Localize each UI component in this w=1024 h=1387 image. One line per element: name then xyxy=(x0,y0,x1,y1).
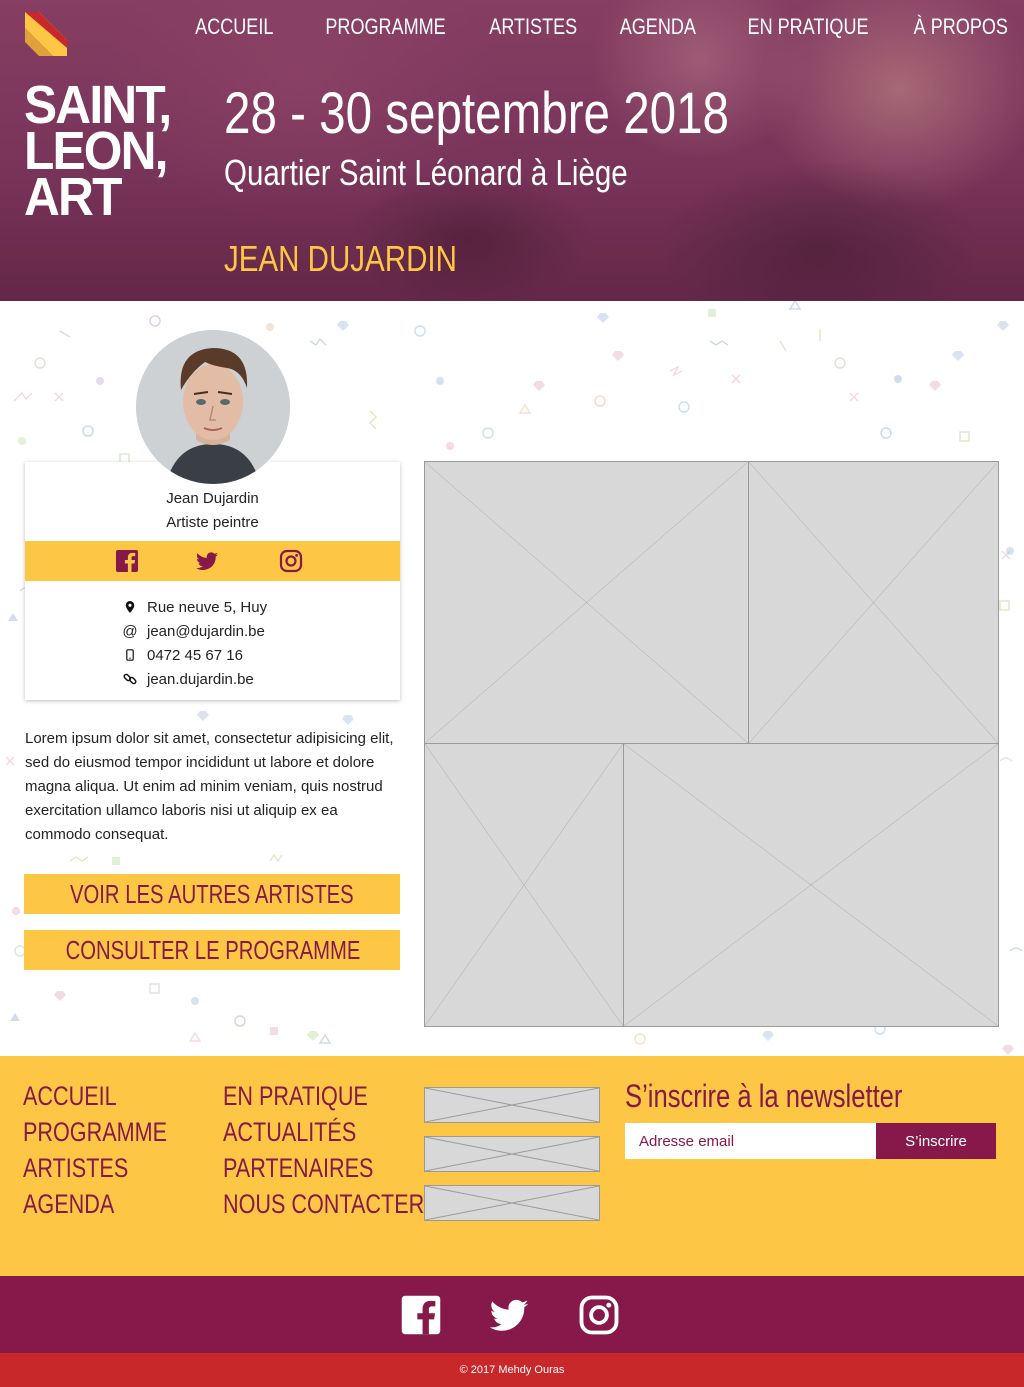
event-dates: 28 - 30 septembre 2018 xyxy=(224,81,730,146)
at-icon: @ xyxy=(122,622,138,640)
artist-main: Jean Dujardin Artiste peintre Rue neuve … xyxy=(0,301,1024,1056)
other-artists-button[interactable]: VOIR LES AUTRES ARTISTES xyxy=(24,874,400,914)
instagram-icon[interactable] xyxy=(279,549,303,573)
gallery-image[interactable] xyxy=(748,461,999,744)
hero-banner: SAINT, LEON, ART ACCUEIL PROGRAMME ARTIS… xyxy=(0,0,1024,301)
artist-avatar xyxy=(136,330,290,484)
twitter-icon[interactable] xyxy=(488,1294,530,1336)
social-links xyxy=(25,541,400,581)
event-location: Quartier Saint Léonard à Liège xyxy=(224,152,628,193)
contact-email: @ jean@dujardin.be xyxy=(122,619,267,643)
artist-role: Artiste peintre xyxy=(166,514,259,531)
mobile-icon xyxy=(123,648,137,662)
twitter-icon[interactable] xyxy=(195,549,219,573)
page-title: JEAN DUJARDIN xyxy=(224,238,457,279)
website-link[interactable]: jean.dujardin.be xyxy=(147,671,254,688)
nav-accueil[interactable]: ACCUEIL xyxy=(196,14,274,40)
footer-link-partenaires[interactable]: PARTENAIRES xyxy=(223,1150,424,1186)
nav-en-pratique[interactable]: EN PRATIQUE xyxy=(747,14,868,40)
newsletter-subscribe-button[interactable]: S’inscrire xyxy=(876,1123,996,1159)
link-icon xyxy=(123,672,137,686)
program-label: CONSULTER LE PROGRAMME xyxy=(65,935,361,965)
other-artists-label: VOIR LES AUTRES ARTISTES xyxy=(70,879,354,909)
nav-programme[interactable]: PROGRAMME xyxy=(325,14,445,40)
brand-line: ART xyxy=(24,167,122,227)
contact-phone: 0472 45 67 16 xyxy=(123,643,267,667)
footer-link-contact[interactable]: NOUS CONTACTER xyxy=(223,1186,424,1222)
artist-card: Jean Dujardin Artiste peintre Rue neuve … xyxy=(25,462,400,700)
footer-nav-primary: ACCUEIL PROGRAMME ARTISTES AGENDA xyxy=(23,1078,203,1222)
footer-link-agenda[interactable]: AGENDA xyxy=(23,1186,167,1222)
phone-text: 0472 45 67 16 xyxy=(147,646,243,664)
footer-link-accueil[interactable]: ACCUEIL xyxy=(23,1078,167,1114)
site-footer: ACCUEIL PROGRAMME ARTISTES AGENDA EN PRA… xyxy=(0,1056,1024,1276)
partner-logo[interactable] xyxy=(424,1087,600,1123)
artist-bio: Lorem ipsum dolor sit amet, consectetur … xyxy=(25,730,394,843)
program-button[interactable]: CONSULTER LE PROGRAMME xyxy=(24,930,400,970)
gallery-image[interactable] xyxy=(424,461,749,744)
footer-link-actualites[interactable]: ACTUALITÉS xyxy=(223,1114,424,1150)
footer-link-programme[interactable]: PROGRAMME xyxy=(23,1114,167,1150)
logo-mark-icon[interactable] xyxy=(25,12,67,56)
map-pin-icon xyxy=(123,600,137,614)
email-link[interactable]: jean@dujardin.be xyxy=(147,623,265,640)
main-nav: ACCUEIL PROGRAMME ARTISTES AGENDA EN PRA… xyxy=(153,14,1008,40)
social-bar xyxy=(0,1276,1024,1353)
brand-logo[interactable]: SAINT, LEON, ART xyxy=(24,78,204,228)
contact-website: jean.dujardin.be xyxy=(123,667,267,691)
facebook-icon[interactable] xyxy=(115,549,139,573)
footer-link-en-pratique[interactable]: EN PRATIQUE xyxy=(223,1078,424,1114)
instagram-icon[interactable] xyxy=(578,1294,620,1336)
gallery-image[interactable] xyxy=(623,743,999,1027)
nav-a-propos[interactable]: À PROPOS xyxy=(914,14,1008,40)
gallery-image[interactable] xyxy=(424,743,624,1027)
partner-logo[interactable] xyxy=(424,1185,600,1221)
facebook-icon[interactable] xyxy=(400,1294,442,1336)
newsletter-title: S’inscrire à la newsletter xyxy=(625,1078,903,1114)
partner-logo[interactable] xyxy=(424,1136,600,1172)
address-text: Rue neuve 5, Huy xyxy=(147,598,268,616)
nav-agenda[interactable]: AGENDA xyxy=(619,14,695,40)
contact-address: Rue neuve 5, Huy xyxy=(123,595,267,619)
nav-artistes[interactable]: ARTISTES xyxy=(490,14,578,40)
newsletter-email-input[interactable] xyxy=(625,1123,876,1159)
artist-name: Jean Dujardin xyxy=(166,490,259,507)
copyright: © 2017 Mehdy Ouras xyxy=(0,1353,1024,1387)
footer-link-artistes[interactable]: ARTISTES xyxy=(23,1150,167,1186)
contact-list: Rue neuve 5, Huy @ jean@dujardin.be 0472… xyxy=(122,595,267,691)
